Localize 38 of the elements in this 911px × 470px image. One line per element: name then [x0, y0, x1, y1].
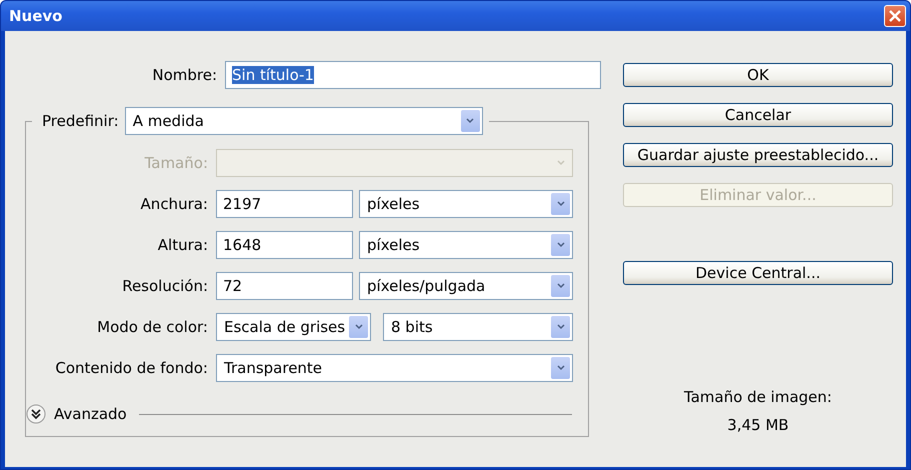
number-field[interactable]: 1648	[216, 231, 353, 259]
dropdown[interactable]: 8 bits	[383, 313, 573, 341]
name-field[interactable]: Sin título-1	[225, 61, 601, 89]
dropdown[interactable]: A medida	[124, 107, 483, 135]
dropdown[interactable]: píxeles	[359, 231, 573, 259]
dropdown[interactable]: Escala de grises	[216, 313, 371, 341]
chevron-down-icon	[551, 234, 570, 256]
dropdown[interactable]: Transparente	[216, 354, 573, 382]
window-title: Nuevo	[9, 7, 62, 25]
close-button[interactable]	[884, 5, 906, 27]
chevron-down-icon	[551, 193, 570, 215]
field-label: Contenido de fondo:	[54, 359, 208, 377]
field-label: Altura:	[156, 236, 208, 254]
field-label: Predefinir:	[41, 112, 119, 130]
image-size-value: 3,45 MB	[727, 416, 789, 434]
field-value: Sin título-1	[232, 66, 314, 84]
field-label: Tamaño:	[144, 154, 208, 172]
dialog-button[interactable]: Guardar ajuste preestablecido...	[623, 143, 893, 167]
image-size-label: Tamaño de imagen:	[684, 388, 832, 406]
number-field[interactable]: 72	[216, 272, 353, 300]
chevron-down-icon	[551, 275, 570, 297]
field-label: Modo de color:	[96, 318, 208, 336]
number-field[interactable]: 2197	[216, 190, 353, 218]
section-label: Avanzado	[54, 405, 127, 423]
chevron-down-icon	[551, 357, 570, 379]
field-label: Nombre:	[151, 66, 217, 84]
dialog-button[interactable]: OK	[623, 63, 893, 87]
dropdown[interactable]: píxeles/pulgada	[359, 272, 573, 300]
expand-toggle-icon[interactable]	[26, 404, 46, 424]
field-label: Anchura:	[140, 195, 208, 213]
chevron-down-icon	[551, 316, 570, 338]
chevron-down-icon	[349, 316, 368, 338]
chevron-down-icon	[460, 110, 480, 132]
dialog-button[interactable]: Device Central...	[623, 261, 893, 285]
dialog-button[interactable]: Cancelar	[623, 103, 893, 127]
field-label: Resolución:	[121, 277, 208, 295]
dropdown[interactable]: píxeles	[359, 190, 573, 218]
close-icon	[888, 9, 902, 23]
